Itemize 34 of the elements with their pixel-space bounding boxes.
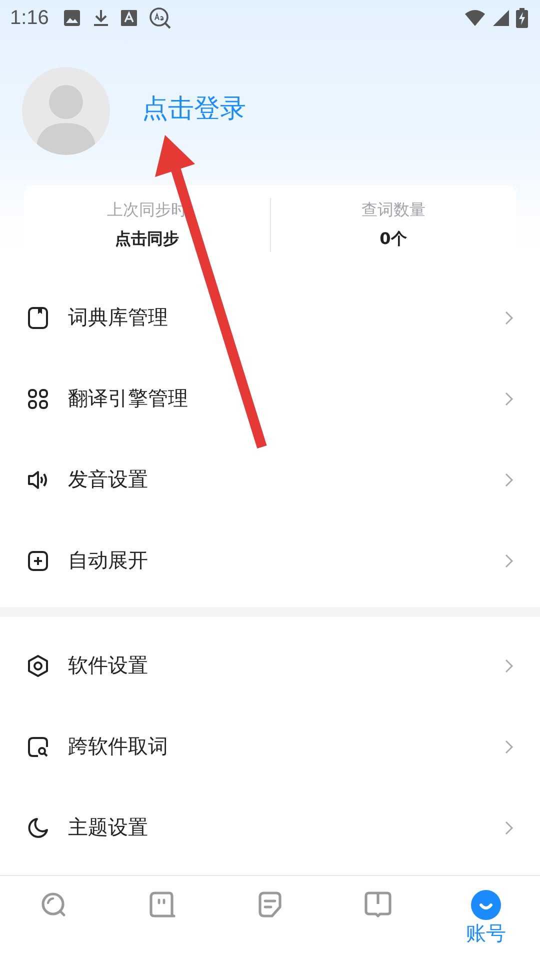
download-icon [92, 9, 109, 27]
menu-item[interactable]: 词典库管理 [0, 277, 540, 358]
stat-label: 查词数量 [361, 200, 426, 221]
dictionary-search-icon [148, 7, 171, 29]
chat-face-icon [147, 890, 177, 920]
chevron-right-icon [504, 310, 514, 326]
font-icon [120, 10, 137, 26]
stat-value[interactable]: 0个 [380, 229, 407, 250]
menu-item[interactable]: 跨软件取词 [0, 706, 540, 787]
signal-icon [492, 9, 510, 27]
search-square-icon [26, 734, 50, 758]
chevron-right-icon [504, 552, 514, 568]
menu-item[interactable]: 发音设置 [0, 439, 540, 520]
chevron-right-icon [504, 820, 514, 836]
menu-item[interactable]: 自动展开 [0, 520, 540, 601]
chevron-right-icon [504, 658, 514, 674]
open-book-icon [363, 890, 393, 920]
chevron-right-icon [504, 390, 514, 406]
grid-icon [26, 386, 50, 410]
plus-square-icon [26, 548, 50, 572]
chevron-right-icon [504, 472, 514, 488]
menu-item[interactable]: 主题设置 [0, 787, 540, 868]
wifi-icon [464, 9, 486, 27]
stat-value[interactable]: 点击同步 [114, 229, 179, 250]
moon-icon [26, 816, 50, 840]
menu-item[interactable]: 软件设置 [0, 625, 540, 706]
image-icon [62, 9, 81, 27]
chevron-right-icon [504, 738, 514, 754]
hexagon-icon [26, 654, 50, 678]
status-time: 1:16 [10, 6, 49, 30]
notebook-icon [26, 306, 50, 330]
battery-icon [516, 8, 528, 28]
smiley-icon [471, 890, 501, 920]
menu-item[interactable]: 翻译引擎管理 [0, 358, 540, 439]
